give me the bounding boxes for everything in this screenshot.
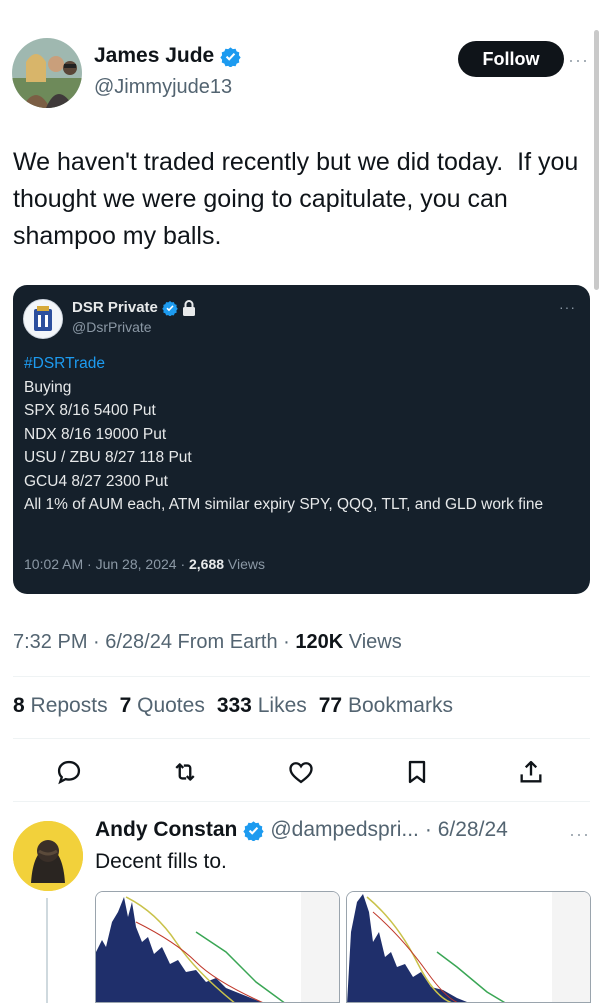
quoted-line: NDX 8/16 19000 Put [24,425,167,443]
quoted-time[interactable]: 10:02 AM · Jun 28, 2024 · [24,556,189,572]
bookmarks-count: 77 [318,694,343,717]
divider [13,801,590,802]
quoted-author-name[interactable]: DSR Private [72,299,158,316]
bookmark-icon[interactable] [403,758,431,786]
chart-image[interactable] [95,891,340,1003]
tweet-meta: 7:32 PM · 6/28/24 From Earth · 120K View… [13,631,402,654]
scrollbar[interactable] [594,30,599,290]
quoted-line: All 1% of AUM each, ATM similar expiry S… [24,496,544,513]
reply-icon[interactable] [55,758,83,786]
reply-more-options-icon[interactable]: ··· [569,824,590,845]
quotes-count: 7 [119,694,132,717]
likes-count: 333 [216,694,252,717]
tweet-header: James Jude @Jimmyjude13 Follow ··· [12,38,592,108]
tweet-timestamp[interactable]: 7:32 PM · 6/28/24 From Earth · [13,631,295,653]
retweet-icon[interactable] [171,758,199,786]
reposts-count: 8 [13,694,25,717]
divider [13,676,590,677]
divider [13,738,590,739]
reply-text: Decent fills to. [95,850,227,873]
verified-badge-icon [220,46,241,67]
quoted-line: GCU4 8/27 2300 Put [24,472,168,490]
quoted-tweet-text: #DSRTrade Buying SPX 8/16 5400 Put NDX 8… [24,352,574,517]
action-bar [13,752,590,792]
quoted-tweet-card[interactable]: DSR Private @DsrPrivate ··· #DSRTrade Bu… [13,285,590,594]
thread-line [46,898,48,1003]
author-avatar[interactable] [12,38,82,108]
views-label: Views [343,631,402,653]
quotes-stat[interactable]: 7 Quotes [120,694,205,718]
reply-date[interactable]: · 6/28/24 [425,818,508,842]
bookmarks-label: Bookmarks [347,694,453,717]
quoted-author-handle[interactable]: @DsrPrivate [72,319,152,335]
reply-author-name[interactable]: Andy Constan [95,818,237,842]
share-icon[interactable] [517,758,545,786]
quoted-line: SPX 8/16 5400 Put [24,402,156,419]
quoted-timestamp: 10:02 AM · Jun 28, 2024 · 2,688 Views [24,556,265,572]
quotes-label: Quotes [137,694,205,717]
tweet-text: We haven't traded recently but we did to… [13,148,586,250]
author-name-row: James Jude [94,44,241,68]
quoted-line: Buying [24,378,72,396]
reply-author-avatar[interactable] [13,821,83,891]
quoted-author-avatar[interactable] [23,299,63,339]
engagement-stats: 8 Reposts 7 Quotes 333 Likes 77 Bookmark… [13,694,453,718]
reply-header: Andy Constan @dampedspri... · 6/28/24 [95,818,508,842]
reposts-label: Reposts [30,694,108,717]
verified-badge-icon [162,300,178,316]
views-count: 120K [295,631,344,653]
quoted-line: USU / ZBU 8/27 118 Put [24,449,192,466]
quoted-name-row: DSR Private [72,299,196,316]
author-name[interactable]: James Jude [94,44,214,68]
follow-button[interactable]: Follow [458,41,564,77]
reposts-stat[interactable]: 8 Reposts [13,694,108,718]
likes-label: Likes [257,694,307,717]
reply-author-handle[interactable]: @dampedspri... [270,818,419,842]
verified-badge-icon [243,820,264,841]
quoted-more-options-icon[interactable]: ··· [559,299,576,315]
lock-icon [182,299,195,316]
hashtag-link[interactable]: #DSRTrade [24,352,574,376]
chart-image[interactable] [346,891,591,1003]
more-options-icon[interactable]: ··· [568,50,589,71]
quoted-views-count: 2,688 [189,556,225,572]
reply-tweet[interactable]: Andy Constan @dampedspri... · 6/28/24 ··… [13,818,593,1003]
author-handle[interactable]: @Jimmyjude13 [94,76,232,99]
bookmarks-stat[interactable]: 77 Bookmarks [319,694,453,718]
likes-stat[interactable]: 333 Likes [217,694,307,718]
quoted-views-label: Views [224,556,266,572]
like-icon[interactable] [287,758,315,786]
reply-media[interactable] [95,891,591,1003]
